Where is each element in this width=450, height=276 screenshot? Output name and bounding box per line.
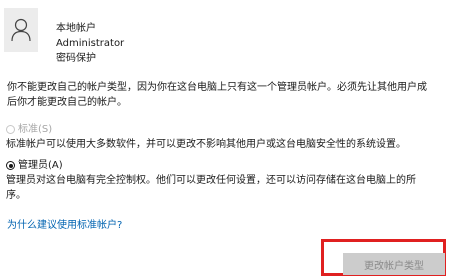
admin-label[interactable]: 管理员(A) (18, 158, 63, 173)
account-type: 本地帐户 (56, 23, 96, 34)
account-name: Administrator (56, 38, 125, 49)
account-info: 本地帐户 Administrator 密码保护 (56, 21, 316, 66)
admin-description-line: 序。 (6, 190, 26, 201)
change-account-type-button[interactable]: 更改帐户类型 (343, 253, 445, 275)
password-status: 密码保护 (56, 53, 96, 64)
avatar (4, 8, 38, 52)
standard-description: 标准帐户可以使用大多数软件，并可以更改不影响其他用户或这台电脑安全性的系统设置。 (6, 139, 406, 150)
why-standard-link[interactable]: 为什么建议使用标准帐户? (7, 218, 122, 233)
user-icon (11, 18, 31, 42)
warning-line: 后你才能更改自己的帐户。 (7, 97, 127, 108)
option-standard: 标准(S) 标准帐户可以使用大多数软件，并可以更改不影响其他用户或这台电脑安全性… (6, 122, 446, 152)
standard-label: 标准(S) (18, 124, 53, 135)
warning-line: 你不能更改自己的帐户类型，因为你在这台电脑上只有这一个管理员帐户。必须先让其他用… (7, 82, 427, 93)
admin-description-line: 管理员对这台电脑有完全控制权。他们可以更改任何设置，还可以访问存储在这台电脑上的… (6, 175, 416, 186)
option-admin[interactable]: 管理员(A) 管理员对这台电脑有完全控制权。他们可以更改任何设置，还可以访问存储… (6, 158, 446, 203)
warning-message: 你不能更改自己的帐户类型，因为你在这台电脑上只有这一个管理员帐户。必须先让其他用… (7, 80, 447, 110)
standard-radio (6, 125, 15, 134)
admin-radio[interactable] (6, 161, 15, 170)
